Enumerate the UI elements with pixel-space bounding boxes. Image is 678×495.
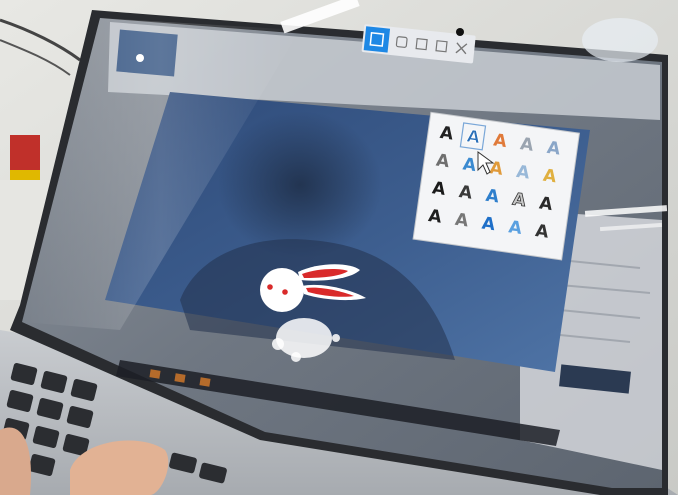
rabbit-paw — [272, 338, 284, 350]
wordart-gallery: A A A A AA A A A AA A A A AA A A A A — [412, 111, 580, 261]
rabbit-tail — [332, 334, 340, 342]
rabbit-body — [276, 318, 332, 358]
desk-object — [582, 18, 658, 62]
rabbit-eye — [282, 289, 288, 295]
webcam — [456, 28, 464, 36]
taskbar-app-icon[interactable] — [174, 373, 186, 383]
taskbar-app-icon[interactable] — [199, 377, 211, 387]
taskbar-app-icon[interactable] — [149, 369, 161, 379]
select-icon[interactable] — [363, 26, 391, 53]
reflection-head — [218, 111, 382, 259]
rabbit-eye — [267, 284, 273, 290]
rabbit-paw — [291, 352, 301, 362]
rabbit-head — [260, 268, 304, 312]
laptop-photo: A A A A AA A A A AA A A A AA A A A A — [0, 0, 678, 495]
